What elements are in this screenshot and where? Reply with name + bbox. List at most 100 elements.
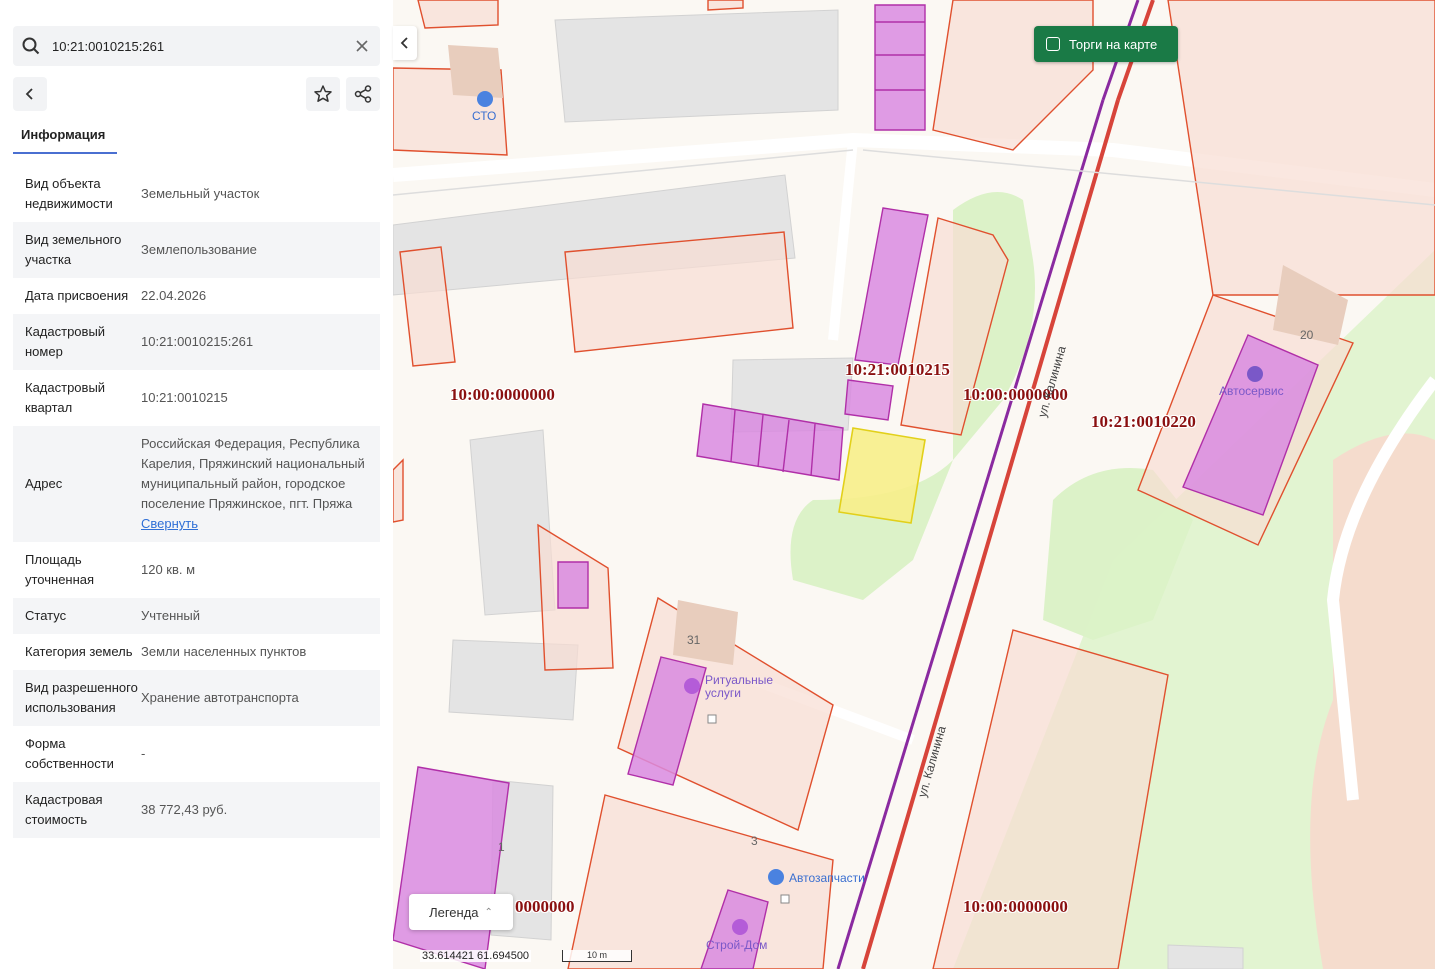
info-row: Вид земельного участка Землепользование	[13, 222, 380, 278]
info-row: Категория земель Земли населенных пункто…	[13, 634, 380, 670]
info-label: Адрес	[25, 476, 63, 491]
poi-label[interactable]: Автосервис	[1219, 384, 1284, 398]
parcel	[564, 231, 794, 353]
legend-label: Легенда	[429, 904, 479, 920]
info-label: Вид объекта недвижимости	[25, 176, 113, 211]
auctions-toggle[interactable]: Торги на карте	[1034, 26, 1178, 62]
tab-information[interactable]: Информация	[13, 118, 117, 154]
info-row: Кадастровый номер 10:21:0010215:261	[13, 314, 380, 370]
cadastral-label: 10:21:0010215	[845, 360, 950, 379]
poi-label[interactable]: услуги	[705, 686, 741, 700]
favorite-button[interactable]	[306, 77, 340, 111]
info-value: 38 772,43 руб.	[141, 802, 228, 817]
car-service-icon	[1247, 366, 1263, 382]
info-table: Вид объекта недвижимости Земельный участ…	[13, 166, 380, 838]
info-row: Площадь уточненная 120 кв. м	[13, 542, 380, 598]
info-label: Вид разрешенного использования	[25, 680, 138, 715]
info-label: Площадь уточненная	[25, 552, 95, 587]
map-layer	[393, 0, 1435, 969]
info-row: Форма собственности -	[13, 726, 380, 782]
info-label: Кадастровый номер	[25, 324, 106, 359]
info-label: Вид земельного участка	[25, 232, 122, 267]
search-input[interactable]	[52, 38, 342, 54]
parcel	[1167, 0, 1435, 296]
close-icon[interactable]	[354, 38, 370, 54]
store-icon	[732, 919, 748, 935]
tan-building	[448, 45, 503, 98]
auctions-checkbox[interactable]	[1046, 37, 1060, 51]
cadastral-label: 10:00:0000000	[450, 385, 555, 404]
info-value: 120 кв. м	[141, 562, 196, 577]
selected-parcel	[838, 427, 926, 524]
info-label: Форма собственности	[25, 736, 114, 771]
parcel	[932, 0, 1094, 151]
poi-label[interactable]: СТО	[472, 109, 496, 123]
star-icon	[314, 85, 332, 102]
info-label: Кадастровая стоимость	[25, 792, 103, 827]
address-text: Российская Федерация, Республика Карелия…	[141, 436, 365, 511]
tan-building	[673, 600, 738, 665]
info-value: Российская Федерация, Республика Карелия…	[141, 434, 368, 534]
info-row: Кадастровый квартал 10:21:0010215	[13, 370, 380, 426]
info-value: Учтенный	[141, 608, 201, 623]
collapse-link[interactable]: Свернуть	[141, 514, 368, 534]
parcel	[393, 458, 404, 523]
back-button[interactable]	[13, 77, 47, 111]
info-row: Кадастровая стоимость 38 772,43 руб.	[13, 782, 380, 838]
collapse-sidebar-button[interactable]	[393, 26, 417, 60]
poi-label[interactable]: Строй-Дом	[706, 938, 767, 952]
funeral-service-icon	[684, 678, 700, 694]
chevron-up-icon: ⌃	[484, 906, 493, 918]
chevron-left-icon	[25, 88, 33, 100]
info-label: Категория земель	[25, 644, 133, 659]
search-bar	[13, 26, 380, 66]
building-number: 20	[1300, 328, 1314, 342]
info-value: Землепользование	[141, 242, 257, 257]
info-value: Земли населенных пунктов	[141, 644, 307, 659]
info-row: Адрес Российская Федерация, Республика К…	[13, 426, 380, 542]
entrance-icon	[707, 714, 717, 724]
info-label: Статус	[25, 608, 67, 623]
poi-label[interactable]: Ритуальные	[705, 673, 773, 687]
info-label: Дата присвоения	[25, 288, 129, 303]
coordinates-readout: 33.614421 61.694500	[420, 950, 532, 962]
poi-label[interactable]: Автозапчасти	[789, 871, 865, 885]
building	[874, 4, 926, 131]
building-number: 1	[498, 840, 505, 854]
grey-building	[554, 9, 839, 123]
building	[393, 766, 510, 969]
info-label: Кадастровый квартал	[25, 380, 106, 415]
info-sidebar: Информация Вид объекта недвижимости Земе…	[0, 0, 393, 969]
building-number: 31	[687, 633, 701, 647]
auto-parts-icon	[768, 869, 784, 885]
grey-building	[1167, 944, 1244, 969]
entrance-icon	[780, 894, 790, 904]
cadastral-label: 10:00:0000000	[963, 897, 1068, 916]
share-button[interactable]	[346, 77, 380, 111]
map-canvas[interactable]: 10:00:0000000 10:21:0010215 10:00:000000…	[393, 0, 1435, 969]
cadastral-label: 0000000	[515, 897, 575, 916]
info-value: 22.04.2026	[141, 288, 207, 303]
parcel	[707, 0, 744, 11]
info-value: -	[141, 746, 146, 761]
info-value: 10:21:0010215	[141, 390, 228, 405]
building-number: 3	[751, 834, 758, 848]
legend-button[interactable]: Легенда ⌃	[409, 894, 513, 930]
building	[557, 561, 589, 609]
parcel	[417, 0, 499, 29]
search-icon	[22, 37, 40, 55]
info-row: Вид разрешенного использования Хранение …	[13, 670, 380, 726]
info-row: Дата присвоения 22.04.2026	[13, 278, 380, 314]
car-service-icon	[477, 91, 493, 107]
info-value: Хранение автотранспорта	[141, 690, 299, 705]
auctions-label: Торги на карте	[1069, 36, 1158, 52]
share-icon	[354, 85, 372, 103]
info-row: Статус Учтенный	[13, 598, 380, 634]
scale-bar: 10 m	[562, 950, 632, 962]
chevron-left-icon	[400, 37, 408, 49]
road	[828, 139, 858, 341]
info-value: 10:21:0010215:261	[141, 334, 254, 349]
info-value: Земельный участок	[141, 186, 260, 201]
info-row: Вид объекта недвижимости Земельный участ…	[13, 166, 380, 222]
cadastral-label: 10:21:0010220	[1091, 412, 1196, 431]
